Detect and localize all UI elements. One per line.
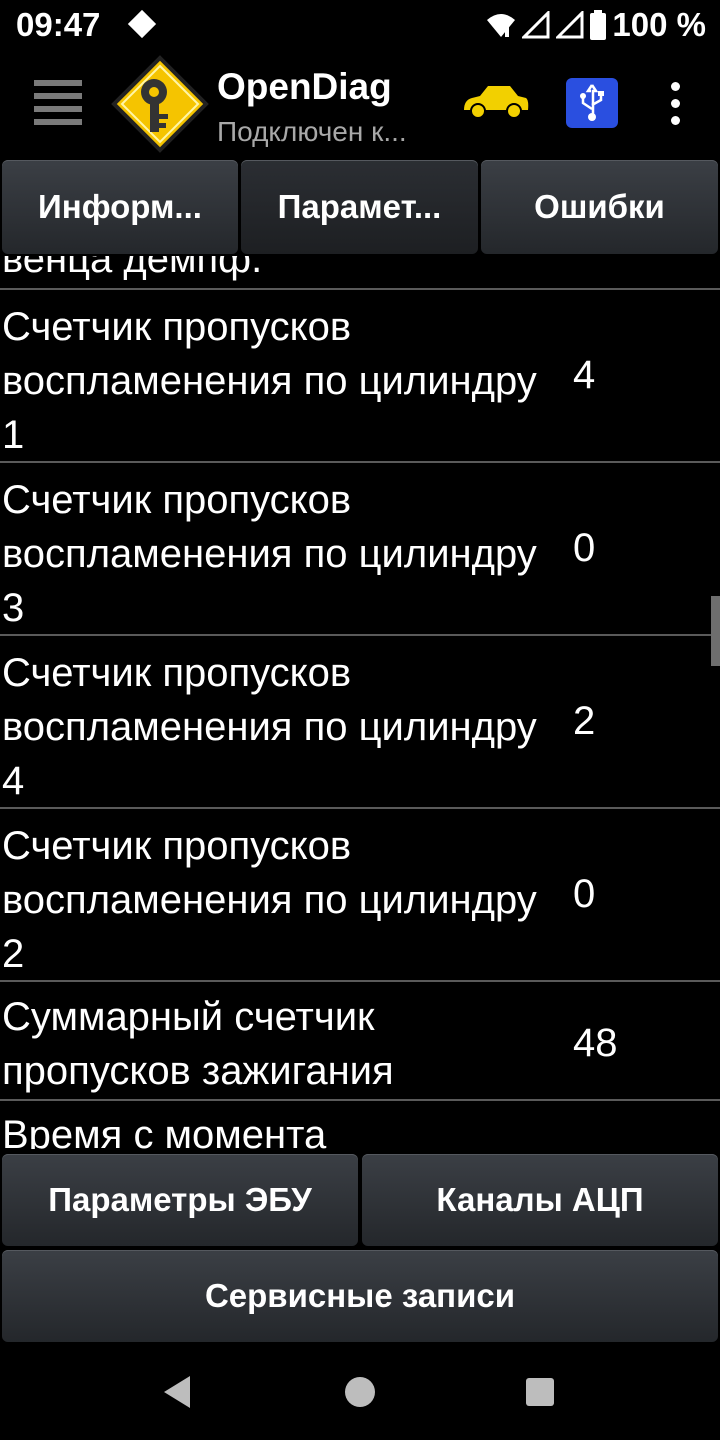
param-value: 0 [573, 526, 596, 570]
table-row[interactable]: Счетчик пропусков воспламенения по цилин… [0, 290, 720, 460]
param-value: 0 [573, 872, 596, 916]
ecu-params-button[interactable]: Параметры ЭБУ [2, 1154, 358, 1246]
signal-icon [556, 11, 584, 39]
status-time: 09:47 [16, 6, 101, 43]
signal-icon [522, 11, 550, 39]
tab-bar: Информ... Парамет... Ошибки [0, 160, 720, 256]
param-value: 2 [573, 699, 596, 743]
wifi-icon [487, 14, 516, 37]
param-name: Счетчик пропусков воспламенения по цилин… [2, 478, 537, 630]
home-icon[interactable] [345, 1377, 375, 1407]
app-logo-icon [111, 55, 209, 153]
status-bar: 09:47 100 % [0, 0, 720, 52]
back-icon[interactable] [162, 1376, 192, 1408]
navigation-bar [0, 1344, 720, 1440]
param-name-partial: Время с момента [2, 1113, 327, 1149]
service-records-button[interactable]: Сервисные записи [2, 1250, 718, 1342]
param-value: 48 [573, 1021, 618, 1065]
tab-parameters[interactable]: Парамет... [241, 160, 478, 254]
car-icon[interactable] [462, 82, 530, 122]
recent-apps-icon[interactable] [526, 1378, 554, 1406]
notification-diamond-icon [127, 9, 157, 39]
parameter-list[interactable]: венца демпф. Счетчик пропусков воспламен… [0, 256, 720, 1149]
usb-icon[interactable] [566, 78, 618, 128]
param-name: Счетчик пропусков воспламенения по цилин… [2, 651, 537, 803]
param-name: Счетчик пропусков воспламенения по цилин… [2, 824, 537, 976]
table-row[interactable]: Счетчик пропусков воспламенения по цилин… [0, 809, 720, 979]
param-value: 4 [573, 353, 596, 397]
param-name: Счетчик пропусков воспламенения по цилин… [2, 305, 537, 457]
tab-info[interactable]: Информ... [2, 160, 238, 254]
divider [0, 1099, 720, 1101]
overflow-menu-icon[interactable] [664, 82, 688, 126]
usb-symbol-icon [580, 84, 604, 121]
param-name: Суммарный счетчик пропусков зажигания [2, 995, 394, 1093]
battery-icon [590, 10, 607, 40]
adc-channels-button[interactable]: Каналы АЦП [362, 1154, 718, 1246]
connection-status: Подключен к... [217, 116, 407, 147]
param-name-partial: венца демпф. [2, 256, 263, 281]
table-row[interactable]: Счетчик пропусков воспламенения по цилин… [0, 463, 720, 633]
menu-icon[interactable] [34, 78, 82, 128]
scrollbar[interactable] [711, 596, 720, 666]
app-bar: OpenDiag Подключен к... [0, 52, 720, 156]
status-icons: 100 % [486, 6, 706, 44]
table-row[interactable]: Счетчик пропусков воспламенения по цилин… [0, 636, 720, 806]
tab-errors[interactable]: Ошибки [481, 160, 718, 254]
battery-percent: 100 % [612, 6, 706, 43]
app-title: OpenDiag [217, 66, 392, 107]
table-row[interactable]: Суммарный счетчик пропусков зажигания 48 [0, 982, 720, 1099]
